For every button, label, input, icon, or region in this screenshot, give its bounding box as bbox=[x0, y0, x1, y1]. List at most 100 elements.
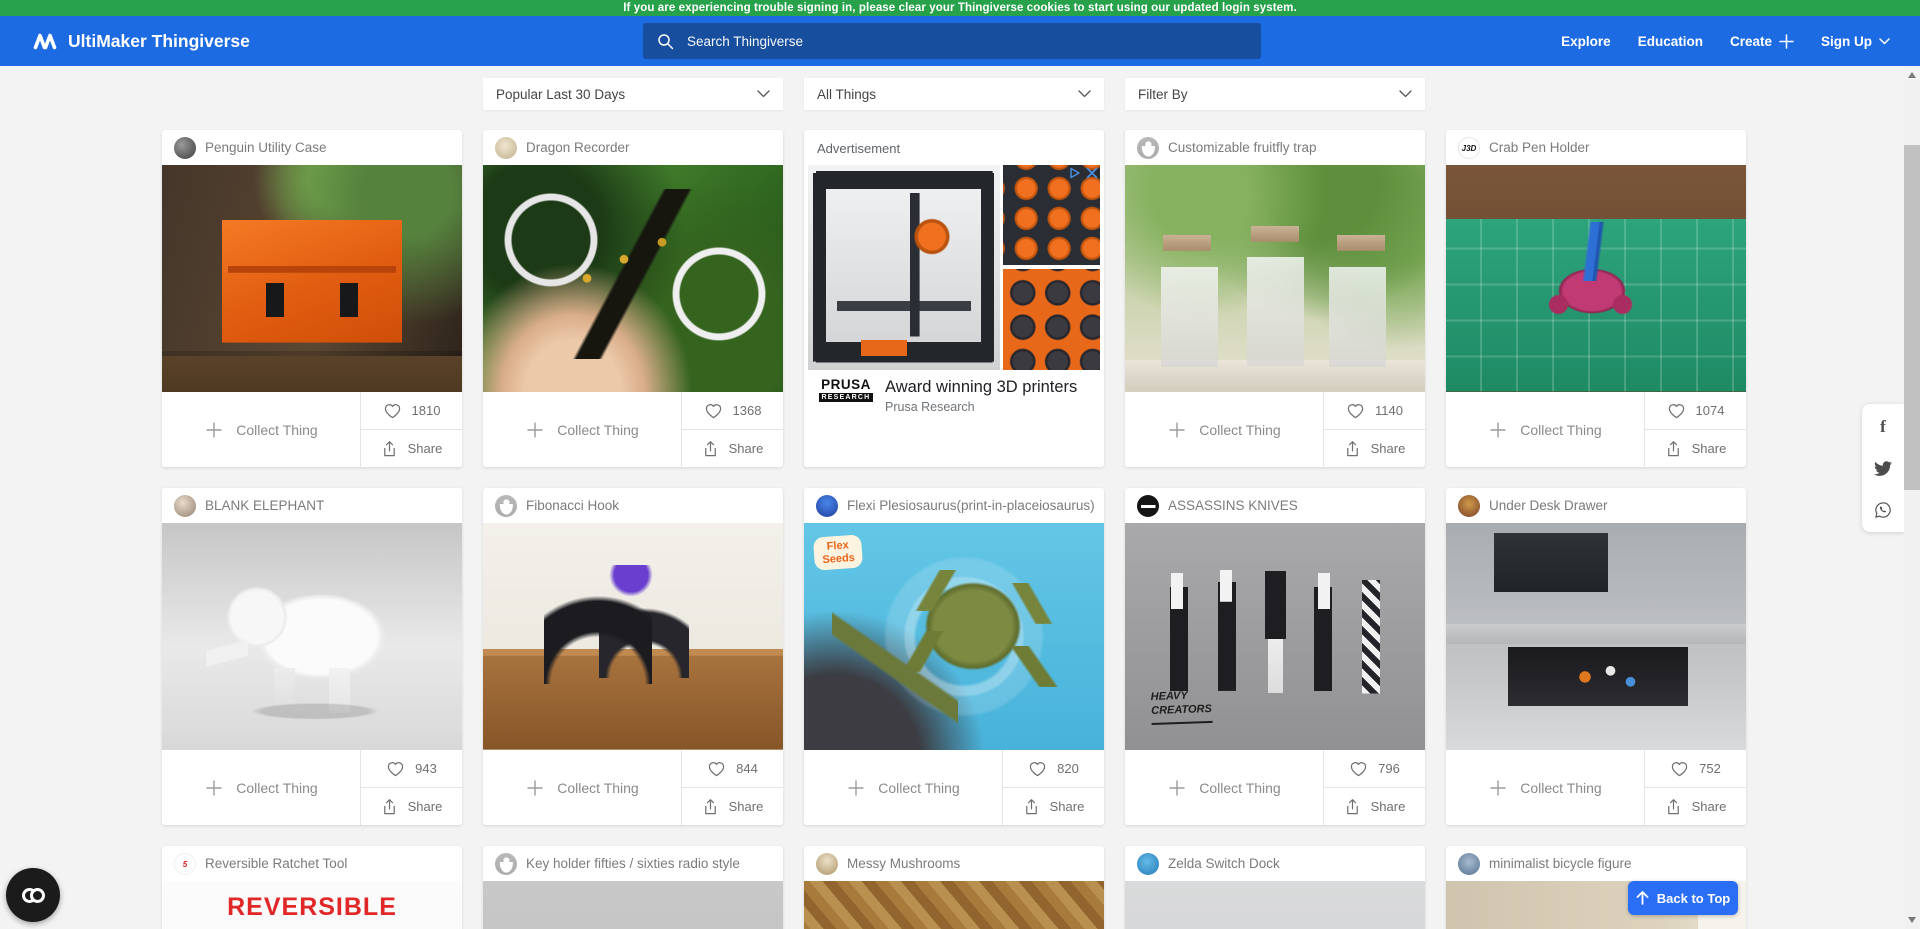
thing-image[interactable] bbox=[1446, 165, 1746, 392]
share-button[interactable]: Share bbox=[1324, 788, 1425, 825]
creator-avatar[interactable] bbox=[495, 495, 517, 517]
creator-avatar[interactable]: J3D bbox=[1458, 137, 1480, 159]
nav-sign-up[interactable]: Sign Up bbox=[1821, 34, 1890, 49]
thing-title[interactable]: ASSASSINS KNIVES bbox=[1168, 498, 1298, 513]
share-button[interactable]: Share bbox=[1645, 430, 1746, 467]
ad-image-bottom[interactable] bbox=[1003, 269, 1100, 370]
thing-title[interactable]: Dragon Recorder bbox=[526, 140, 630, 155]
ad-image-main[interactable] bbox=[808, 165, 1000, 370]
thing-title[interactable]: Under Desk Drawer bbox=[1489, 498, 1608, 513]
collect-thing-button[interactable]: Collect Thing bbox=[162, 750, 361, 825]
nav-education[interactable]: Education bbox=[1638, 34, 1703, 49]
thing-image[interactable]: Flex Seeds bbox=[804, 523, 1104, 750]
ad-close-icon[interactable] bbox=[1086, 167, 1098, 179]
thing-title[interactable]: Flexi Plesiosaurus(print-in-placeiosauru… bbox=[847, 498, 1095, 513]
sort-dropdown[interactable]: Popular Last 30 Days bbox=[483, 78, 783, 110]
like-button[interactable]: 943 bbox=[361, 750, 462, 788]
thing-title[interactable]: Messy Mushrooms bbox=[847, 856, 960, 871]
like-button[interactable]: 844 bbox=[682, 750, 783, 788]
collect-thing-button[interactable]: Collect Thing bbox=[483, 750, 682, 825]
twitter-icon[interactable] bbox=[1874, 459, 1892, 477]
share-button[interactable]: Share bbox=[1645, 788, 1746, 825]
back-to-top-button[interactable]: Back to Top bbox=[1628, 881, 1738, 915]
nav-explore[interactable]: Explore bbox=[1561, 34, 1611, 49]
thing-image[interactable] bbox=[162, 165, 462, 392]
thing-image[interactable] bbox=[804, 881, 1104, 929]
scrollbar-thumb[interactable] bbox=[1904, 145, 1920, 490]
creator-avatar[interactable] bbox=[495, 853, 517, 875]
card-actions: 844 Share bbox=[682, 750, 783, 825]
thing-image[interactable] bbox=[162, 523, 462, 750]
creator-avatar[interactable] bbox=[816, 495, 838, 517]
facebook-icon[interactable]: f bbox=[1874, 417, 1892, 435]
creator-avatar[interactable] bbox=[495, 137, 517, 159]
share-button[interactable]: Share bbox=[361, 430, 462, 467]
thing-title[interactable]: minimalist bicycle figure bbox=[1489, 856, 1632, 871]
filter-by-dropdown[interactable]: Filter By bbox=[1125, 78, 1425, 110]
creator-avatar[interactable]: 5 bbox=[174, 853, 196, 875]
search-input[interactable] bbox=[685, 33, 1247, 50]
collect-thing-button[interactable]: Collect Thing bbox=[804, 750, 1003, 825]
thing-image[interactable] bbox=[1125, 165, 1425, 392]
nav-create[interactable]: Create bbox=[1730, 34, 1794, 49]
collect-thing-button[interactable]: Collect Thing bbox=[1125, 392, 1324, 467]
share-button[interactable]: Share bbox=[1003, 788, 1104, 825]
like-button[interactable]: 820 bbox=[1003, 750, 1104, 788]
thing-image[interactable] bbox=[483, 523, 783, 750]
share-button[interactable]: Share bbox=[682, 430, 783, 467]
share-button[interactable]: Share bbox=[361, 788, 462, 825]
thing-title[interactable]: Customizable fruitfly trap bbox=[1168, 140, 1317, 155]
whatsapp-icon[interactable] bbox=[1874, 501, 1892, 519]
scrollbar[interactable] bbox=[1904, 66, 1920, 929]
like-button[interactable]: 1810 bbox=[361, 392, 462, 430]
thing-title[interactable]: Fibonacci Hook bbox=[526, 498, 619, 513]
creator-avatar[interactable] bbox=[1137, 853, 1159, 875]
like-button[interactable]: 796 bbox=[1324, 750, 1425, 788]
creator-avatar[interactable] bbox=[174, 495, 196, 517]
adchoices-icon[interactable] bbox=[1069, 167, 1083, 179]
thing-title[interactable]: Crab Pen Holder bbox=[1489, 140, 1590, 155]
thing-title[interactable]: Reversible Ratchet Tool bbox=[205, 856, 347, 871]
like-button[interactable]: 1074 bbox=[1645, 392, 1746, 430]
advertiser-logo[interactable]: PRUSA RESEARCH bbox=[817, 378, 875, 402]
creator-avatar[interactable] bbox=[1137, 137, 1159, 159]
brand-logo[interactable]: UltiMaker Thingiverse bbox=[32, 16, 250, 66]
category-dropdown[interactable]: All Things bbox=[804, 78, 1104, 110]
thing-title[interactable]: Key holder fifties / sixties radio style bbox=[526, 856, 740, 871]
creator-avatar[interactable] bbox=[174, 137, 196, 159]
collect-thing-button[interactable]: Collect Thing bbox=[1125, 750, 1324, 825]
thing-image[interactable]: HEAVY CREATORS bbox=[1125, 523, 1425, 750]
collect-thing-button[interactable]: Collect Thing bbox=[1446, 750, 1645, 825]
thing-title[interactable]: Penguin Utility Case bbox=[205, 140, 327, 155]
collect-thing-button[interactable]: Collect Thing bbox=[483, 392, 682, 467]
thing-image[interactable] bbox=[1446, 523, 1746, 750]
like-button[interactable]: 1140 bbox=[1324, 392, 1425, 430]
creator-avatar[interactable] bbox=[1137, 495, 1159, 517]
scroll-up-arrow[interactable] bbox=[1908, 72, 1916, 78]
ad-image-top[interactable] bbox=[1003, 165, 1100, 265]
thing-image[interactable] bbox=[483, 165, 783, 392]
thing-card-header: Zelda Switch Dock bbox=[1125, 846, 1425, 881]
creator-avatar[interactable] bbox=[816, 853, 838, 875]
ad-creative[interactable] bbox=[808, 165, 1100, 370]
creator-avatar[interactable] bbox=[1458, 495, 1480, 517]
collect-thing-button[interactable]: Collect Thing bbox=[1446, 392, 1645, 467]
thing-card-footer: Collect Thing 1810 Share bbox=[162, 392, 462, 467]
ad-headline[interactable]: Award winning 3D printers bbox=[885, 378, 1077, 397]
creator-avatar[interactable] bbox=[1458, 853, 1480, 875]
thing-title[interactable]: Zelda Switch Dock bbox=[1168, 856, 1280, 871]
like-button[interactable]: 752 bbox=[1645, 750, 1746, 788]
share-button[interactable]: Share bbox=[1324, 430, 1425, 467]
share-button[interactable]: Share bbox=[682, 788, 783, 825]
thing-image[interactable]: REVERSIBLE bbox=[162, 881, 462, 929]
thing-image[interactable] bbox=[483, 881, 783, 929]
card-actions: 1810 Share bbox=[361, 392, 462, 467]
consent-widget-button[interactable] bbox=[6, 868, 60, 922]
scroll-down-arrow[interactable] bbox=[1908, 917, 1916, 923]
thing-title[interactable]: BLANK ELEPHANT bbox=[205, 498, 324, 513]
top-navbar: UltiMaker Thingiverse Explore Education … bbox=[0, 16, 1920, 66]
share-label: Share bbox=[1371, 441, 1406, 456]
collect-thing-button[interactable]: Collect Thing bbox=[162, 392, 361, 467]
like-button[interactable]: 1368 bbox=[682, 392, 783, 430]
thing-image[interactable] bbox=[1125, 881, 1425, 929]
